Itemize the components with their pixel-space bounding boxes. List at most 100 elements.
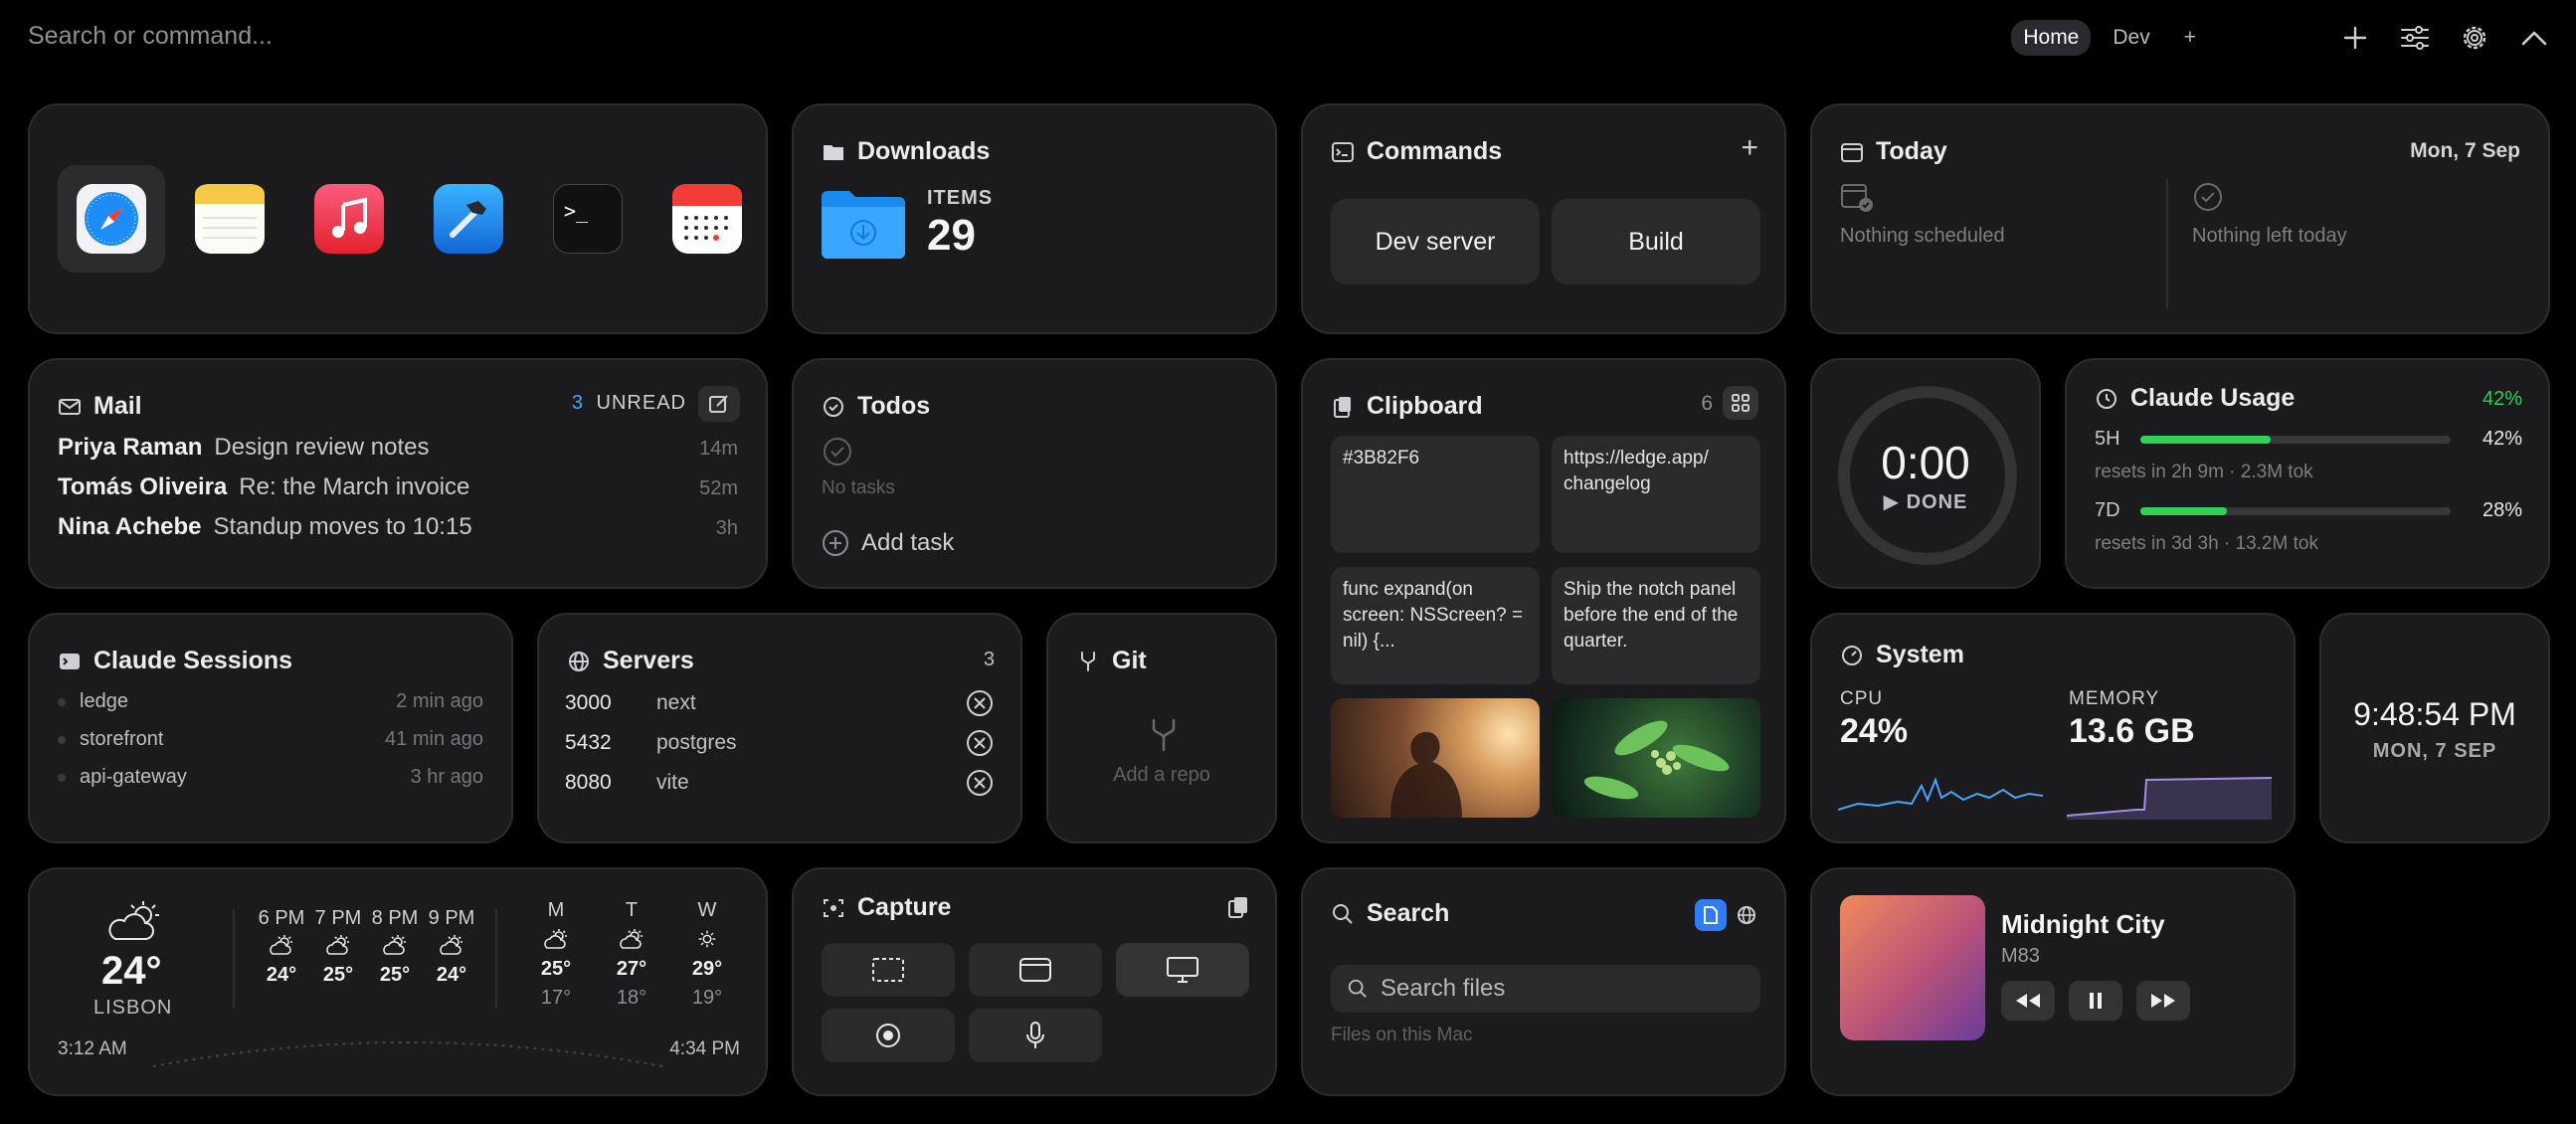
downloads-card[interactable]: Downloads ITEMS 29 bbox=[792, 103, 1277, 334]
day-label: M bbox=[547, 899, 565, 921]
safari-icon[interactable] bbox=[77, 184, 146, 254]
session-time: 41 min ago bbox=[385, 728, 483, 750]
xcode-icon[interactable] bbox=[434, 184, 503, 254]
mail-row[interactable]: Nina Achebe Standup moves to 10:15 3h bbox=[58, 513, 738, 541]
stop-server-icon[interactable] bbox=[965, 688, 995, 718]
stop-server-icon[interactable] bbox=[965, 728, 995, 758]
gear-icon[interactable] bbox=[2453, 16, 2496, 60]
sliders-icon[interactable] bbox=[2393, 16, 2437, 60]
weather-card: 24° LISBON 6 PM 24° 7 PM 25° 8 PM 25° 9 PM 24° … bbox=[28, 867, 768, 1096]
grid-view-icon[interactable] bbox=[1723, 386, 1758, 420]
clipboard-item[interactable]: #3B82F6 bbox=[1331, 436, 1540, 553]
capture-area-button[interactable] bbox=[822, 943, 955, 997]
clipboard-card: Clipboard 6 #3B82F6 https://ledge.app/ c… bbox=[1301, 358, 1786, 843]
search-files-input[interactable]: Search files bbox=[1331, 965, 1760, 1013]
mail-row[interactable]: Tomás Oliveira Re: the March invoice 52m bbox=[58, 473, 738, 501]
stop-server-icon[interactable] bbox=[965, 768, 995, 798]
compose-icon[interactable] bbox=[698, 386, 740, 422]
usage-7d-bar bbox=[2140, 507, 2451, 515]
next-button[interactable] bbox=[2136, 981, 2190, 1021]
display-icon bbox=[1167, 957, 1198, 983]
hour-temp: 25° bbox=[379, 964, 411, 986]
search-title: Search bbox=[1331, 899, 1449, 928]
add-tab-button[interactable]: + bbox=[2172, 20, 2208, 56]
mail-subject: Standup moves to 10:15 bbox=[213, 513, 472, 540]
folder-icon bbox=[824, 144, 843, 160]
day-high: 29° bbox=[691, 958, 723, 980]
cpu-value: 24% bbox=[1840, 712, 1909, 750]
pause-button[interactable] bbox=[2069, 981, 2122, 1021]
web-scope-icon[interactable] bbox=[1731, 899, 1762, 931]
copy-icon[interactable] bbox=[1227, 895, 1249, 924]
mail-subject: Re: the March invoice bbox=[239, 473, 470, 500]
mail-card: Mail 3 UNREAD Priya Raman Design review … bbox=[28, 358, 768, 589]
capture-window-button[interactable] bbox=[969, 943, 1102, 997]
branch-placeholder-icon bbox=[1148, 718, 1180, 757]
command-search-input[interactable]: Search or command... bbox=[28, 22, 273, 51]
terminal-icon[interactable]: >_ bbox=[553, 184, 623, 254]
capture-title: Capture bbox=[822, 893, 951, 922]
capture-screen-button[interactable] bbox=[1116, 943, 1249, 997]
record-audio-button[interactable] bbox=[969, 1009, 1102, 1062]
hour-temp: 24° bbox=[266, 964, 297, 986]
clipboard-item[interactable]: func expand(on screen: NSScreen? = nil) … bbox=[1331, 567, 1540, 684]
search-placeholder: Search files bbox=[1380, 975, 1506, 1002]
usage-5h-fill bbox=[2140, 436, 2272, 444]
build-button[interactable]: Build bbox=[1552, 199, 1760, 284]
day-label: T bbox=[625, 899, 639, 921]
hour-forecast: 6 PM 24° bbox=[255, 907, 308, 987]
server-port: 5432 bbox=[565, 731, 612, 754]
session-dot bbox=[58, 773, 66, 782]
tab-dev[interactable]: Dev bbox=[2101, 20, 2161, 56]
add-command-button[interactable]: + bbox=[1741, 131, 1758, 165]
server-row: 8080 vite bbox=[565, 768, 995, 798]
clipboard-image-person[interactable] bbox=[1331, 698, 1540, 818]
mail-sender: Nina Achebe bbox=[58, 513, 202, 540]
session-time: 2 min ago bbox=[396, 690, 483, 712]
files-scope-icon[interactable] bbox=[1695, 899, 1727, 931]
servers-card: Servers 3 3000 next 5432 postgres 8080 vite bbox=[537, 613, 1022, 843]
record-button[interactable] bbox=[822, 1009, 955, 1062]
check-circle-icon bbox=[2192, 181, 2224, 218]
session-row[interactable]: ledge 2 min ago bbox=[58, 690, 483, 713]
server-row: 3000 next bbox=[565, 688, 995, 718]
git-card[interactable]: Git Add a repo bbox=[1046, 613, 1277, 843]
chevron-up-icon[interactable] bbox=[2512, 16, 2556, 60]
gauge-icon bbox=[1842, 645, 1862, 665]
usage-overall: 42% bbox=[2482, 388, 2522, 410]
previous-button[interactable] bbox=[2001, 981, 2055, 1021]
terminal-window-icon bbox=[1332, 141, 1354, 162]
commands-title: Commands bbox=[1331, 137, 1502, 166]
add-task-button[interactable]: Add task bbox=[822, 529, 954, 557]
session-dot bbox=[58, 697, 66, 706]
day-low: 18° bbox=[616, 987, 647, 1009]
track-title: Midnight City bbox=[2001, 909, 2165, 939]
music-icon[interactable] bbox=[314, 184, 384, 254]
session-dot bbox=[58, 735, 66, 744]
add-widget-icon[interactable] bbox=[2333, 16, 2377, 60]
sunset-time: 4:34 PM bbox=[669, 1038, 740, 1059]
timer-status[interactable]: ▶ DONE bbox=[1812, 489, 2039, 514]
mail-row[interactable]: Priya Raman Design review notes 14m bbox=[58, 434, 738, 462]
clipboard-item[interactable]: https://ledge.app/ changelog bbox=[1552, 436, 1760, 553]
weather-temp: 24° bbox=[101, 949, 162, 993]
timer-card[interactable]: 0:00 ▶ DONE bbox=[1810, 358, 2041, 589]
servers-title: Servers bbox=[567, 647, 694, 675]
todos-title: Todos bbox=[822, 392, 930, 421]
tab-home[interactable]: Home bbox=[2011, 20, 2092, 56]
clipboard-item[interactable]: Ship the notch panel before the end of t… bbox=[1552, 567, 1760, 684]
items-label: ITEMS bbox=[927, 187, 994, 209]
search-card: Search Search files Files on this Mac bbox=[1301, 867, 1786, 1096]
notes-icon[interactable] bbox=[195, 184, 265, 254]
dev-server-button[interactable]: Dev server bbox=[1331, 199, 1540, 284]
today-date: Mon, 7 Sep bbox=[2410, 139, 2520, 162]
session-row[interactable]: storefront 41 min ago bbox=[58, 728, 483, 751]
branch-icon bbox=[1081, 651, 1095, 671]
mail-time: 3h bbox=[715, 517, 738, 539]
album-art[interactable] bbox=[1840, 895, 1985, 1040]
calendar-icon[interactable] bbox=[672, 184, 742, 254]
clipboard-title: Clipboard bbox=[1331, 392, 1483, 421]
clipboard-image-plant[interactable] bbox=[1552, 698, 1760, 818]
usage-7d-detail: resets in 3d 3h · 13.2M tok bbox=[2095, 533, 2318, 554]
session-row[interactable]: api-gateway 3 hr ago bbox=[58, 766, 483, 789]
